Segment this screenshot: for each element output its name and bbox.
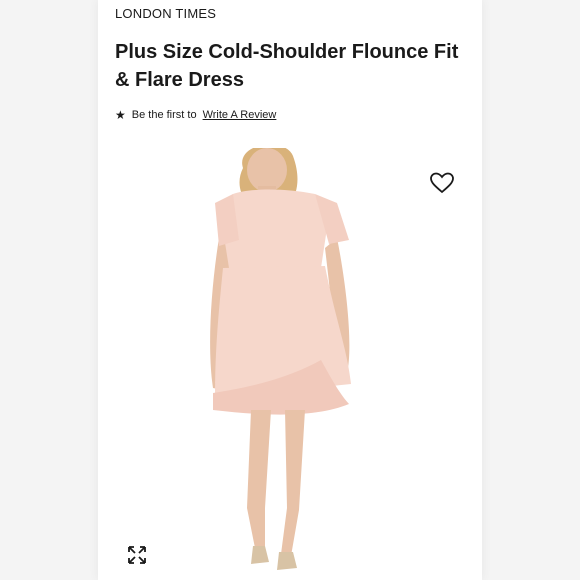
product-image[interactable] <box>115 148 465 580</box>
dress-photo <box>210 148 351 570</box>
expand-icon[interactable] <box>127 545 147 565</box>
star-icon: ★ <box>115 108 126 122</box>
brand-name[interactable]: LONDON TIMES <box>115 6 216 21</box>
product-title: Plus Size Cold-Shoulder Flounce Fit & Fl… <box>115 41 459 91</box>
review-prefix-text: Be the first to <box>131 109 197 121</box>
review-prompt: ★ Be the first to Write A Review <box>115 108 276 122</box>
heart-icon[interactable] <box>430 172 454 194</box>
write-review-link[interactable]: Write A Review <box>203 109 277 121</box>
